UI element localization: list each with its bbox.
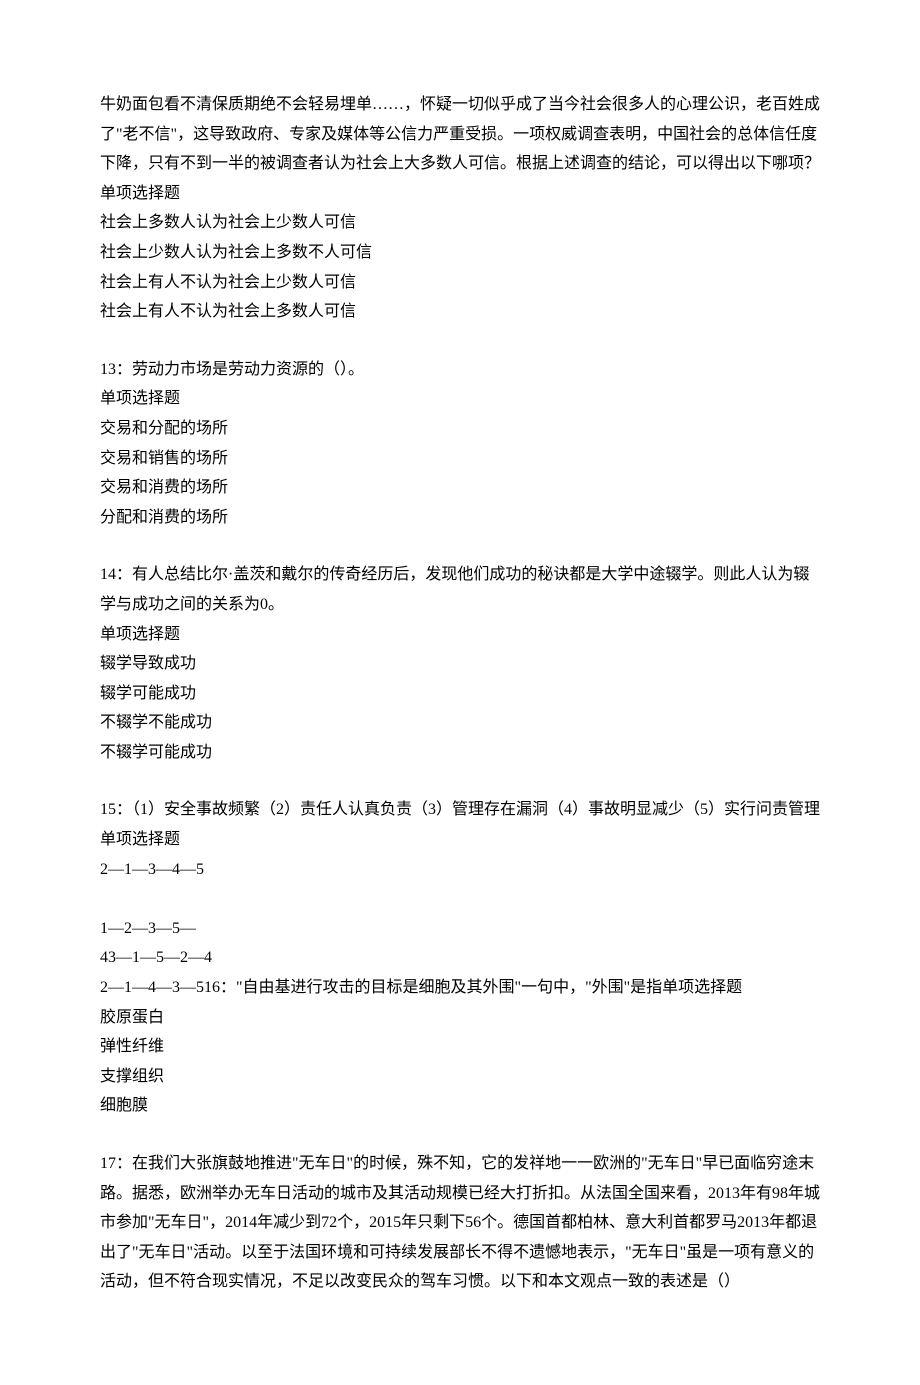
question-15-type: 单项选择题 <box>100 825 820 855</box>
question-13-title: 13：劳动力市场是劳动力资源的（）。 <box>100 355 820 385</box>
question-12-option-d: 社会上有人不认为社会上多数人可信 <box>100 297 820 327</box>
question-15-title: 15：（1）安全事故频繁（2）责任人认真负责（3）管理存在漏洞（4）事故明显减少… <box>100 795 820 825</box>
question-12-option-a: 社会上多数人认为社会上少数人可信 <box>100 208 820 238</box>
question-14-option-a: 辍学导致成功 <box>100 649 820 679</box>
question-16-option-b: 弹性纤维 <box>100 1032 820 1062</box>
question-17-block: 17：在我们大张旗鼓地推进"无车日"的时候，殊不知，它的发祥地一一欧洲的"无车日… <box>100 1149 820 1297</box>
question-15-option-b: 1—2—3—5— <box>100 914 820 944</box>
question-12-intro: 牛奶面包看不清保质期绝不会轻易埋单……，怀疑一切似乎成了当今社会很多人的心理公识… <box>100 90 820 179</box>
question-13-option-d: 分配和消费的场所 <box>100 503 820 533</box>
question-15-option-c: 43—1—5—2—4 <box>100 943 820 973</box>
question-16-option-d: 细胞膜 <box>100 1091 820 1121</box>
question-13-type: 单项选择题 <box>100 384 820 414</box>
question-17-title: 17：在我们大张旗鼓地推进"无车日"的时候，殊不知，它的发祥地一一欧洲的"无车日… <box>100 1149 820 1297</box>
question-14-block: 14：有人总结比尔·盖茨和戴尔的传奇经历后，发现他们成功的秘诀都是大学中途辍学。… <box>100 560 820 767</box>
question-13-block: 13：劳动力市场是劳动力资源的（）。 单项选择题 交易和分配的场所 交易和销售的… <box>100 355 820 533</box>
question-14-option-d: 不辍学可能成功 <box>100 738 820 768</box>
question-16-option-a: 胶原蛋白 <box>100 1003 820 1033</box>
question-13-option-c: 交易和消费的场所 <box>100 473 820 503</box>
question-15-option-a: 2—1—3—4—5 <box>100 855 820 885</box>
question-16-option-c: 支撑组织 <box>100 1062 820 1092</box>
question-13-option-a: 交易和分配的场所 <box>100 414 820 444</box>
question-12-block: 牛奶面包看不清保质期绝不会轻易埋单……，怀疑一切似乎成了当今社会很多人的心理公识… <box>100 90 820 327</box>
question-12-option-c: 社会上有人不认为社会上少数人可信 <box>100 268 820 298</box>
question-14-type: 单项选择题 <box>100 620 820 650</box>
question-14-option-b: 辍学可能成功 <box>100 679 820 709</box>
question-13-option-b: 交易和销售的场所 <box>100 444 820 474</box>
question-12-type: 单项选择题 <box>100 179 820 209</box>
question-15-16-combined: 2—1—4—3—516："自由基进行攻击的目标是细胞及其外围"一句中，"外围"是… <box>100 973 820 1003</box>
question-15-16-block: 15：（1）安全事故频繁（2）责任人认真负责（3）管理存在漏洞（4）事故明显减少… <box>100 795 820 1121</box>
question-14-title: 14：有人总结比尔·盖茨和戴尔的传奇经历后，发现他们成功的秘诀都是大学中途辍学。… <box>100 560 820 619</box>
question-14-option-c: 不辍学不能成功 <box>100 708 820 738</box>
question-12-option-b: 社会上少数人认为社会上多数不人可信 <box>100 238 820 268</box>
